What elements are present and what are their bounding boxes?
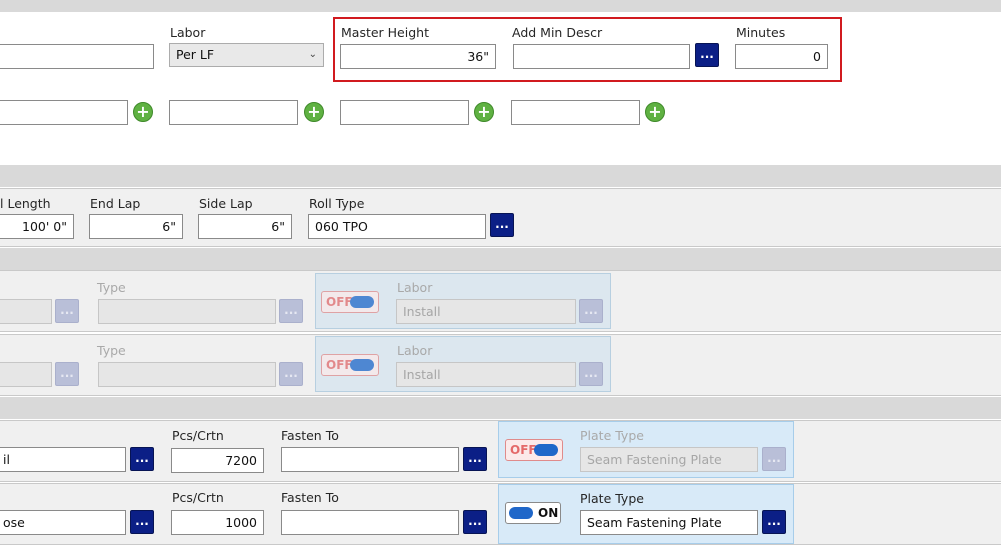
section-separator-1 bbox=[0, 165, 1001, 187]
side-lap-input[interactable]: 6" bbox=[198, 214, 292, 239]
fastener-row-2-pcs-label: Pcs/Crtn bbox=[172, 490, 224, 505]
fastener-row-1-plate-label: Plate Type bbox=[580, 428, 644, 443]
toggle-state-text: OFF bbox=[510, 443, 537, 457]
add-field-4[interactable] bbox=[511, 100, 640, 125]
fastener-row-1-pcs-label: Pcs/Crtn bbox=[172, 428, 224, 443]
toggle-state-text: OFF bbox=[326, 358, 353, 372]
disabled-row-1-labor-label: Labor bbox=[397, 280, 433, 295]
toggle-state-text: ON bbox=[538, 506, 559, 520]
disabled-row-2-type-input bbox=[98, 362, 276, 387]
disabled-row-2-toggle: OFF bbox=[321, 354, 379, 376]
toggle-knob bbox=[509, 507, 533, 519]
disabled-row-2-labor-browse-button: ... bbox=[579, 362, 603, 386]
section-separator-2 bbox=[0, 248, 1001, 270]
fastener-row-1-plate-input: Seam Fastening Plate bbox=[580, 447, 758, 472]
add-field-3[interactable] bbox=[340, 100, 469, 125]
fastener-row-2-plate-label: Plate Type bbox=[580, 491, 644, 506]
add-field-2[interactable] bbox=[169, 100, 298, 125]
plus-circle-icon[interactable]: + bbox=[645, 102, 665, 122]
side-lap-label: Side Lap bbox=[199, 196, 253, 211]
toggle-knob bbox=[534, 444, 558, 456]
fastener-row-1-fasten-label: Fasten To bbox=[281, 428, 339, 443]
fastener-row-1-toggle[interactable]: OFF bbox=[505, 439, 563, 461]
fastener-row-2-plate-browse-button[interactable]: ... bbox=[762, 510, 786, 534]
fastener-row-1-fasten-browse-button[interactable]: ... bbox=[463, 447, 487, 471]
fastener-row-1-fasten-input[interactable] bbox=[281, 447, 459, 472]
disabled-row-1-type-label: Type bbox=[97, 280, 126, 295]
disabled-row-1-type-input bbox=[98, 299, 276, 324]
disabled-row-1-type-browse-button: ... bbox=[279, 299, 303, 323]
plus-circle-icon[interactable]: + bbox=[474, 102, 494, 122]
fastener-row-1-plate-browse-button: ... bbox=[762, 447, 786, 471]
disabled-row-2-labor-input: Install bbox=[396, 362, 576, 387]
plus-circle-icon[interactable]: + bbox=[304, 102, 324, 122]
labor-select-value: Per LF bbox=[176, 47, 215, 62]
top-section-bar bbox=[0, 0, 1001, 12]
disabled-row-2-field bbox=[0, 362, 52, 387]
fastener-row-2-name-input[interactable]: ose bbox=[0, 510, 126, 535]
chevron-down-icon: ⌄ bbox=[308, 49, 317, 60]
disabled-row-2-browse-button: ... bbox=[55, 362, 79, 386]
roll-type-input[interactable]: 060 TPO bbox=[308, 214, 486, 239]
plus-circle-icon[interactable]: + bbox=[133, 102, 153, 122]
left-field-top[interactable] bbox=[0, 44, 154, 69]
fastener-row-1-pcs-input[interactable]: 7200 bbox=[171, 448, 264, 473]
fastener-row-1-browse-button[interactable]: ... bbox=[130, 447, 154, 471]
toggle-state-text: OFF bbox=[326, 295, 353, 309]
roll-length-label: l Length bbox=[0, 196, 51, 211]
roll-type-label: Roll Type bbox=[309, 196, 365, 211]
end-lap-input[interactable]: 6" bbox=[89, 214, 183, 239]
toggle-knob bbox=[350, 359, 374, 371]
toggle-knob bbox=[350, 296, 374, 308]
roll-length-input[interactable]: 100' 0" bbox=[0, 214, 74, 239]
fastener-row-1-name-input[interactable]: il bbox=[0, 447, 126, 472]
labor-label: Labor bbox=[170, 25, 206, 40]
fastener-row-2-browse-button[interactable]: ... bbox=[130, 510, 154, 534]
fastener-row-2-plate-input[interactable]: Seam Fastening Plate bbox=[580, 510, 758, 535]
highlight-box bbox=[333, 17, 842, 82]
end-lap-label: End Lap bbox=[90, 196, 141, 211]
disabled-row-2-type-browse-button: ... bbox=[279, 362, 303, 386]
fastener-row-2-fasten-input[interactable] bbox=[281, 510, 459, 535]
add-field-1[interactable] bbox=[0, 100, 128, 125]
fastener-row-2-fasten-label: Fasten To bbox=[281, 490, 339, 505]
disabled-row-1-labor-input: Install bbox=[396, 299, 576, 324]
disabled-row-2-labor-label: Labor bbox=[397, 343, 433, 358]
disabled-row-1-browse-button: ... bbox=[55, 299, 79, 323]
roll-type-browse-button[interactable]: ... bbox=[490, 213, 514, 237]
disabled-row-2-type-label: Type bbox=[97, 343, 126, 358]
disabled-row-1-field bbox=[0, 299, 52, 324]
section-separator-3 bbox=[0, 397, 1001, 419]
fastener-row-2-fasten-browse-button[interactable]: ... bbox=[463, 510, 487, 534]
fastener-row-2-pcs-input[interactable]: 1000 bbox=[171, 510, 264, 535]
disabled-row-1-labor-browse-button: ... bbox=[579, 299, 603, 323]
labor-select[interactable]: Per LF ⌄ bbox=[169, 43, 324, 67]
fastener-row-2-toggle[interactable]: ON bbox=[505, 502, 561, 524]
disabled-row-1-toggle: OFF bbox=[321, 291, 379, 313]
